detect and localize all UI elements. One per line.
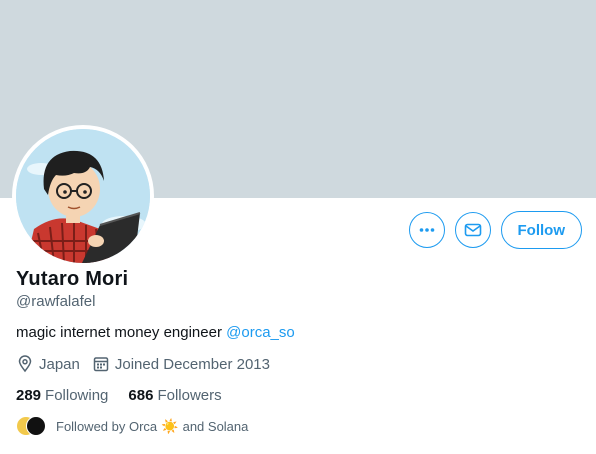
- following-link[interactable]: 289 Following: [16, 387, 108, 404]
- calendar-icon: [93, 357, 109, 372]
- location-pin-icon: [18, 355, 32, 373]
- profile-bio: magic internet money engineer @orca_so: [16, 324, 295, 341]
- profile-name: Yutaro Mori: [16, 268, 129, 290]
- envelope-icon: [464, 223, 481, 237]
- following-label: Following: [45, 387, 109, 404]
- more-button[interactable]: [408, 212, 445, 248]
- avatar[interactable]: [16, 129, 150, 263]
- follow-button[interactable]: Follow: [500, 211, 582, 249]
- solana-avatar: [26, 416, 46, 436]
- bio-mention-link[interactable]: @orca_so: [226, 324, 295, 341]
- followers-label: Followers: [157, 387, 222, 404]
- followed-by-suffix: and Solana: [182, 418, 249, 434]
- joined-item: Joined December 2013: [92, 355, 270, 373]
- followed-by-avatars: [16, 416, 46, 436]
- avatar-frame: [12, 125, 154, 267]
- profile-actions: Follow: [408, 211, 582, 249]
- sun-emoji-icon: ☀️: [161, 417, 179, 434]
- followed-by-prefix: Followed by Orca: [56, 418, 158, 434]
- bio-text: magic internet money engineer: [16, 324, 227, 341]
- followers-link[interactable]: 686 Followers: [128, 387, 221, 404]
- location-item: Japan: [16, 355, 80, 373]
- following-count: 289: [16, 387, 42, 404]
- profile-handle: @rawfalafel: [16, 293, 96, 310]
- message-button[interactable]: [454, 212, 491, 248]
- joined-text: Joined December 2013: [114, 355, 270, 373]
- profile-meta: Japan Joined December 2013: [16, 355, 282, 373]
- followed-by-row[interactable]: Followed by Orca ☀️ and Solana: [16, 416, 248, 436]
- ellipsis-icon: [419, 228, 434, 232]
- location-text: Japan: [39, 355, 80, 373]
- follow-counts: 289 Following 686 Followers: [16, 387, 242, 404]
- avatar-illustration: [16, 129, 150, 263]
- followers-count: 686: [128, 387, 154, 404]
